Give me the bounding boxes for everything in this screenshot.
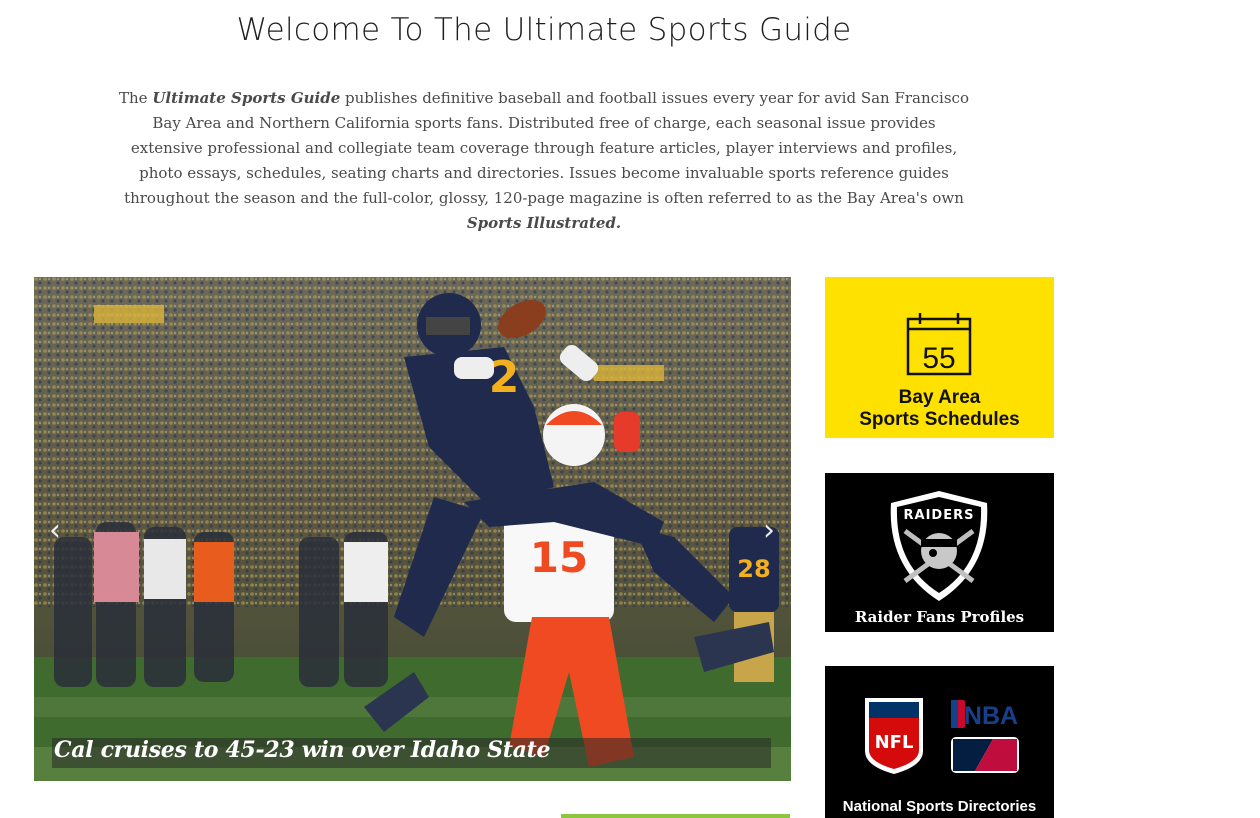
featured-carousel[interactable]: 28 15 2 ‹ › Cal cruises to 45-23 win ove… (34, 277, 791, 781)
svg-text:2: 2 (489, 352, 520, 403)
sports-schedules-tile[interactable]: 55 Bay Area Sports Schedules (825, 277, 1054, 438)
intro-magazine: Sports Illustrated. (466, 214, 622, 232)
page-title: Welcome To The Ultimate Sports Guide (236, 12, 852, 48)
intro-brand: Ultimate Sports Guide (152, 89, 341, 107)
accent-rule (561, 814, 790, 818)
raider-fans-tile[interactable]: RAIDERS Raider Fans Profiles (825, 473, 1054, 632)
carousel-photo: 28 15 2 (34, 277, 791, 781)
national-directories-tile[interactable]: NFL NBA National Sports Directories (825, 666, 1054, 818)
carousel-prev-arrow[interactable]: ‹ (44, 510, 66, 552)
schedules-line-2: Sports Schedules (859, 409, 1020, 430)
nba-logo-icon: NBA (951, 700, 1018, 730)
svg-text:15: 15 (530, 533, 588, 582)
schedules-line-1: Bay Area (898, 387, 981, 408)
league-logos: NFL NBA (865, 698, 1019, 774)
carousel-next-arrow[interactable]: › (758, 510, 780, 552)
svg-text:NFL: NFL (875, 732, 914, 753)
intro-lead: The (119, 89, 153, 107)
raider-fans-label: Raider Fans Profiles (854, 608, 1025, 626)
svg-text:NBA: NBA (964, 702, 1018, 730)
mlb-logo-icon (951, 737, 1019, 773)
national-directories-label: National Sports Directories (842, 798, 1037, 815)
nfl-shield-icon: NFL (865, 698, 923, 774)
svg-text:55: 55 (922, 342, 955, 375)
svg-text:RAIDERS: RAIDERS (904, 508, 975, 523)
carousel-caption[interactable]: Cal cruises to 45-23 win over Idaho Stat… (54, 737, 550, 763)
sports-schedules-label: Bay Area Sports Schedules (825, 387, 1054, 431)
intro-paragraph: The Ultimate Sports Guide publishes defi… (118, 86, 970, 236)
svg-text:28: 28 (737, 555, 770, 583)
